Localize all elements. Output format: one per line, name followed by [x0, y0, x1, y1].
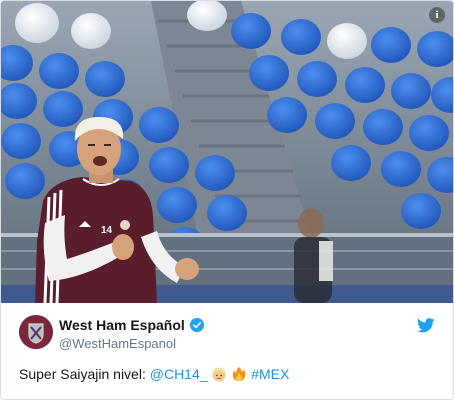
author-name-text[interactable]: West Ham Español: [59, 317, 185, 333]
mention-link[interactable]: @CH14_: [150, 366, 208, 382]
tweet-footer: West Ham Español @WestHamEspanol Super S…: [1, 303, 453, 399]
tweet-text-prefix: Super Saiyajin nivel:: [19, 366, 150, 382]
avatar[interactable]: [19, 315, 53, 349]
west-ham-crest-icon: [19, 315, 53, 349]
tweet-card[interactable]: 14 i West Ham Español @WestHamEspanol Su…: [0, 0, 454, 400]
author-name[interactable]: West Ham Español: [59, 317, 204, 333]
jersey-number: 14: [101, 225, 113, 236]
info-icon[interactable]: i: [429, 7, 445, 23]
stadium-photo: 14: [1, 1, 453, 303]
twitter-bird-icon[interactable]: [417, 318, 435, 333]
tweet-photo[interactable]: 14 i: [1, 1, 453, 303]
tweet-text: Super Saiyajin nivel: @CH14_ #MEX: [19, 366, 289, 382]
verified-badge-icon: [189, 318, 204, 332]
hashtag-link[interactable]: #MEX: [251, 366, 289, 382]
blond-person-emoji: [212, 367, 226, 382]
author-handle[interactable]: @WestHamEspanol: [59, 336, 176, 351]
fire-emoji: [233, 367, 246, 381]
